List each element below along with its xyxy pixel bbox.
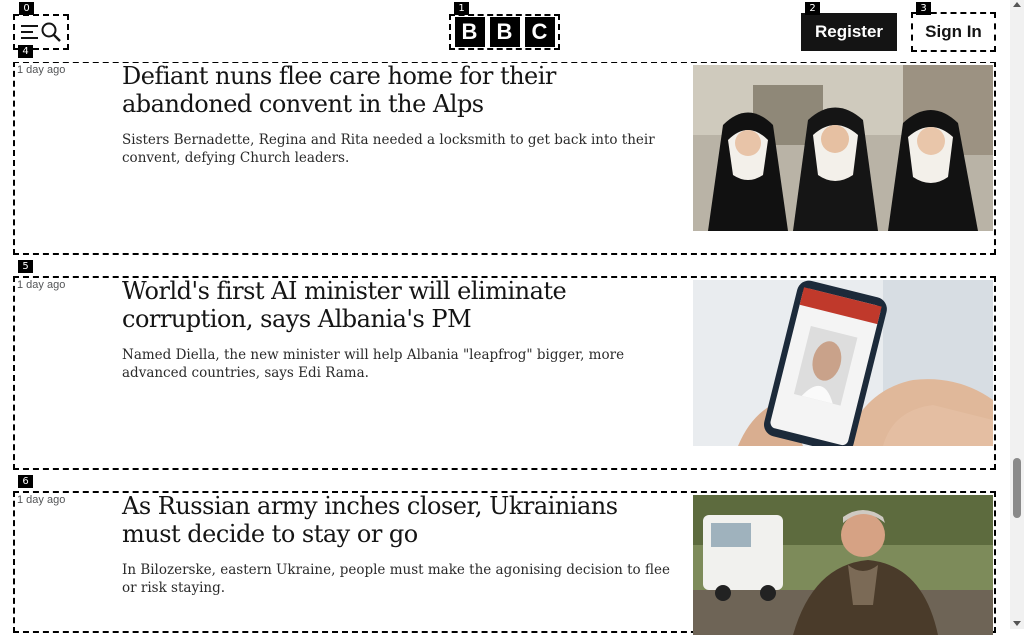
annotation-tag: 3 (916, 2, 931, 15)
menu-search-button[interactable] (13, 14, 69, 50)
logo-letter: B (454, 17, 485, 47)
logo-letter: B (489, 17, 520, 47)
article-headline[interactable]: Defiant nuns flee care home for their ab… (122, 62, 682, 118)
logo-letter: C (524, 17, 555, 47)
annotation-tag: 6 (18, 475, 33, 488)
scroll-up-arrow-icon[interactable] (1013, 2, 1021, 7)
article-headline[interactable]: World's first AI minister will eliminate… (122, 277, 682, 333)
article-summary: In Bilozerske, eastern Ukraine, people m… (122, 562, 670, 596)
scrollbar-thumb[interactable] (1013, 458, 1021, 518)
annotation-tag: 4 (18, 45, 33, 58)
menu-icon (21, 25, 38, 39)
sign-in-button[interactable]: Sign In (911, 12, 996, 52)
register-button[interactable]: Register (801, 13, 897, 51)
vertical-scrollbar[interactable] (1010, 0, 1024, 629)
article-headline[interactable]: As Russian army inches closer, Ukrainian… (122, 492, 682, 548)
article-image (693, 495, 993, 635)
annotation-tag: 0 (19, 2, 34, 15)
article-card[interactable]: 1 day ago World's first AI minister will… (13, 276, 996, 470)
article-summary: Sisters Bernadette, Regina and Rita need… (122, 132, 655, 166)
article-summary: Named Diella, the new minister will help… (122, 347, 625, 381)
search-icon (41, 22, 61, 42)
article-card[interactable]: 1 day ago As Russian army inches closer,… (13, 491, 996, 635)
bbc-logo[interactable]: B B C (449, 14, 560, 50)
annotation-tag: 2 (805, 2, 820, 15)
article-image (693, 65, 993, 231)
annotation-tag: 1 (454, 2, 469, 15)
article-timestamp: 1 day ago (17, 279, 66, 291)
scroll-down-arrow-icon[interactable] (1013, 621, 1021, 626)
article-timestamp: 1 day ago (17, 64, 66, 76)
annotation-tag: 5 (18, 260, 33, 273)
article-image (693, 280, 993, 446)
site-header: B B C Register Sign In (0, 0, 1010, 62)
article-timestamp: 1 day ago (17, 494, 66, 506)
article-card[interactable]: 1 day ago Defiant nuns flee care home fo… (13, 61, 996, 255)
